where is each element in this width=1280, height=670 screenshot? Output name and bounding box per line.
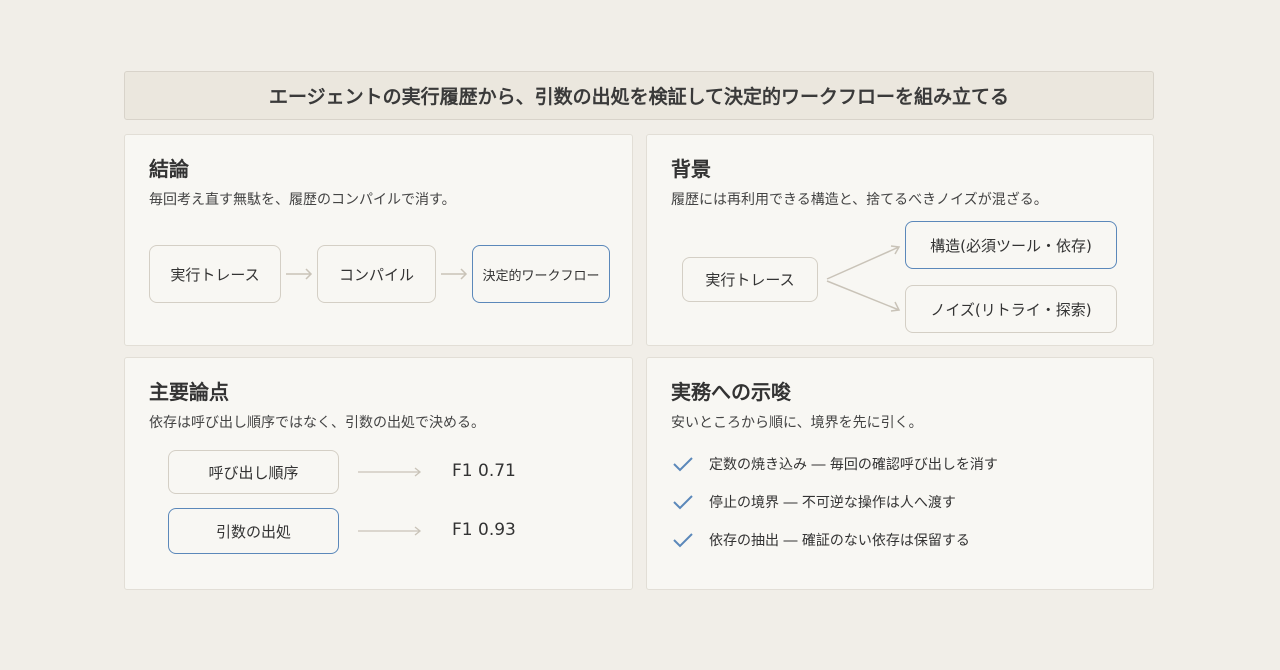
- implication-text: 依存の抽出 ― 確証のない依存は保留する: [709, 533, 970, 549]
- flow-arrows: [286, 268, 468, 280]
- flow-arrow-2: [441, 268, 468, 280]
- branch-arrow-structure: [826, 245, 901, 280]
- implication-text: 定数の焼き込み ― 毎回の確認呼び出しを消す: [709, 457, 998, 473]
- background-card: 背景 履歴には再利用できる構造と、捨てるべきノイズが混ざる。 実行トレース 構造…: [646, 134, 1154, 346]
- conclusion-card: 結論 毎回考え直す無駄を、履歴のコンパイルで消す。 実行トレース コンパイル 決…: [124, 134, 633, 346]
- branch-arrows: [826, 245, 901, 312]
- implication-item: 停止の境界 ― 不可逆な操作は人へ渡す: [671, 491, 956, 513]
- implication-item: 依存の抽出 ― 確証のない依存は保留する: [671, 529, 970, 551]
- flow-arrow-1: [286, 268, 313, 280]
- points-card: 主要論点 依存は呼び出し順序ではなく、引数の出処で決める。 呼び出し順序 引数の…: [124, 357, 633, 590]
- checkmark-icon: [673, 533, 693, 548]
- implication-text: 停止の境界 ― 不可逆な操作は人へ渡す: [709, 495, 956, 511]
- implications-card: 実務への示唆 安いところから順に、境界を先に引く。 定数の焼き込み ― 毎回の確…: [646, 357, 1154, 590]
- branch-arrow-noise: [826, 280, 901, 312]
- page-title: エージェントの実行履歴から、引数の出処を検証して決定的ワークフローを組み立てる: [124, 71, 1154, 120]
- score-arrows: [358, 467, 422, 536]
- implication-item: 定数の焼き込み ― 毎回の確認呼び出しを消す: [671, 453, 998, 475]
- implications-subtitle: 安いところから順に、境界を先に引く。: [671, 415, 923, 431]
- implications-heading: 実務への示唆: [671, 380, 791, 404]
- checkmark-icon: [673, 457, 693, 472]
- score-arrow-1: [358, 467, 422, 477]
- checkmark-icon: [673, 495, 693, 510]
- score-arrow-2: [358, 526, 422, 536]
